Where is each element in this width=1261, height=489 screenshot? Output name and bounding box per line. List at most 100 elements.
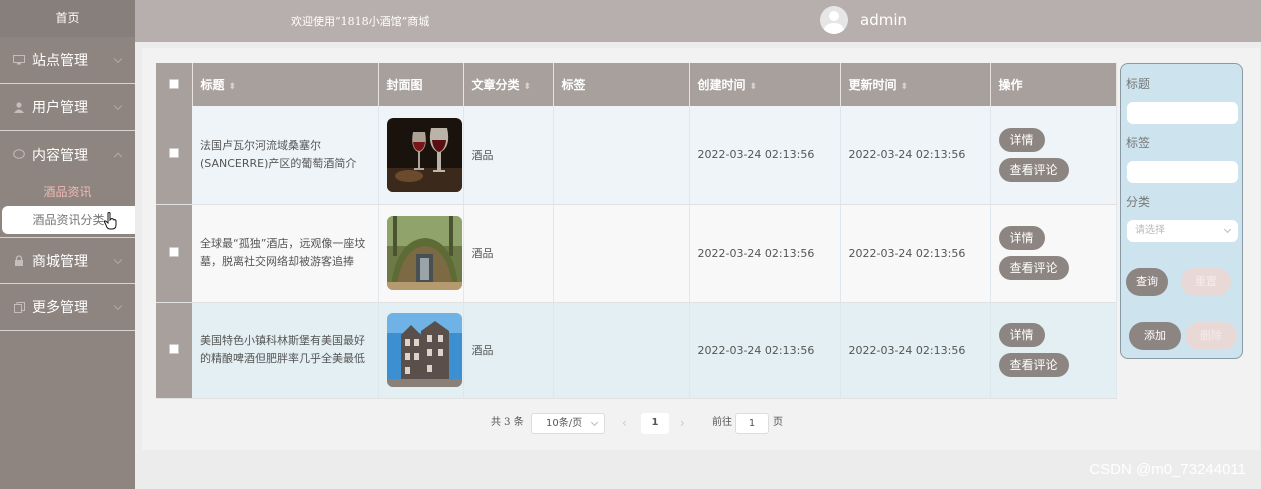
column-header-updated[interactable]: 更新时间 ⬍: [840, 63, 991, 106]
delete-button[interactable]: 删除: [1185, 322, 1237, 350]
title-filter-input[interactable]: [1127, 102, 1238, 124]
page-unit-label: 页: [773, 417, 783, 428]
row-title: 全球最“孤独”酒店，远观像一座坟墓，脱离社交网络却被游客追捧: [200, 237, 366, 268]
username[interactable]: admin: [860, 11, 907, 29]
copy-icon: [12, 301, 26, 313]
actions-cell: 详情 查看评论: [990, 204, 1117, 303]
sidebar-subitem-wine-news[interactable]: 酒品资讯: [0, 178, 135, 206]
cover-image-hotel: [386, 216, 462, 290]
row-checkbox[interactable]: [169, 246, 179, 257]
column-header-actions: 操作: [990, 63, 1117, 106]
page-size-select[interactable]: 10条/页: [531, 413, 605, 434]
sidebar-item-more[interactable]: 更多管理: [0, 284, 135, 331]
watermark-text: CSDN @m0_73244011: [1089, 461, 1246, 478]
row-select-cell: [156, 204, 192, 303]
updated-cell: 2022-03-24 02:13:56: [840, 302, 991, 399]
select-all-header: [156, 63, 193, 106]
cover-cell: [378, 204, 464, 303]
table-row: 全球最“孤独”酒店，远观像一座坟墓，脱离社交网络却被游客追捧 酒品 2022-0…: [156, 204, 1117, 303]
category-select-placeholder: 请选择: [1135, 225, 1165, 236]
select-all-checkbox[interactable]: [168, 78, 179, 89]
title-cell: 全球最“孤独”酒店，远观像一座坟墓，脱离社交网络却被游客追捧: [192, 204, 379, 303]
sort-icon[interactable]: ⬍: [229, 82, 237, 92]
detail-button[interactable]: 详情: [998, 127, 1045, 152]
lock-icon: [12, 255, 26, 267]
created-cell: 2022-03-24 02:13:56: [689, 106, 841, 205]
table-row: 法国卢瓦尔河流域桑塞尔(SANCERRE)产区的葡萄酒简介 酒品 2022-03…: [156, 106, 1117, 205]
sidebar-item-content[interactable]: 内容管理: [0, 131, 135, 178]
column-header-category[interactable]: 文章分类 ⬍: [463, 63, 554, 106]
created-cell: 2022-03-24 02:13:56: [689, 204, 841, 303]
sidebar-item-site[interactable]: 站点管理: [0, 37, 135, 84]
avatar[interactable]: [820, 6, 848, 34]
category-cell: 酒品: [463, 204, 554, 303]
created-cell: 2022-03-24 02:13:56: [689, 302, 841, 399]
cover-cell: [378, 106, 464, 205]
row-title: 法国卢瓦尔河流域桑塞尔(SANCERRE)产区的葡萄酒简介: [200, 138, 357, 170]
sort-icon[interactable]: ⬍: [901, 82, 909, 92]
sidebar-item-users[interactable]: 用户管理: [0, 84, 135, 131]
chevron-down-icon: [1223, 225, 1232, 234]
column-header-title[interactable]: 标题 ⬍: [192, 63, 379, 106]
chevron-up-icon: [113, 152, 123, 161]
chevron-down-icon: [590, 418, 599, 427]
prev-page-icon[interactable]: ‹: [622, 416, 627, 430]
category-filter-select[interactable]: 请选择: [1127, 220, 1238, 242]
category-filter-label: 分类: [1126, 195, 1151, 209]
goto-page-input[interactable]: 1: [735, 413, 769, 434]
page-size-value: 10条/页: [546, 418, 583, 429]
chevron-down-icon: [113, 301, 123, 311]
view-comments-button[interactable]: 查看评论: [998, 256, 1069, 280]
welcome-text: 欢迎使用“1818小酒馆”商城: [291, 15, 430, 28]
row-title: 美国特色小镇科林斯堡有美国最好的精酿啤酒但肥胖率几乎全美最低: [200, 334, 365, 365]
detail-button[interactable]: 详情: [998, 323, 1045, 347]
sidebar-home[interactable]: 首页: [0, 0, 135, 37]
tag-cell: [553, 302, 690, 399]
tag-filter-label: 标签: [1126, 136, 1151, 150]
current-page[interactable]: 1: [641, 413, 669, 434]
sort-icon[interactable]: ⬍: [750, 82, 758, 92]
chat-icon: [12, 149, 26, 161]
updated-cell: 2022-03-24 02:13:56: [840, 106, 991, 205]
monitor-icon: [12, 54, 26, 66]
detail-button[interactable]: 详情: [998, 226, 1045, 250]
add-button[interactable]: 添加: [1129, 322, 1181, 350]
reset-button[interactable]: 重置: [1181, 268, 1231, 296]
top-header: 欢迎使用“1818小酒馆”商城 admin: [135, 0, 1261, 42]
next-page-icon[interactable]: ›: [680, 416, 685, 430]
sidebar-item-label: 用户管理: [32, 100, 88, 116]
article-table: 标题 ⬍ 封面图 文章分类 ⬍ 标签 创建时间 ⬍ 更新时间 ⬍ 操作 法国卢瓦尔河流域…: [156, 63, 1117, 399]
table-row: 美国特色小镇科林斯堡有美国最好的精酿啤酒但肥胖率几乎全美最低 酒品 2022-0…: [156, 302, 1117, 399]
view-comments-button[interactable]: 查看评论: [998, 157, 1069, 182]
tag-filter-input[interactable]: [1127, 161, 1238, 183]
title-cell: 美国特色小镇科林斯堡有美国最好的精酿啤酒但肥胖率几乎全美最低: [192, 302, 379, 399]
sidebar-item-label: 商城管理: [32, 253, 88, 270]
sidebar-item-mall[interactable]: 商城管理: [0, 237, 135, 284]
actions-cell: 详情 查看评论: [990, 302, 1117, 399]
column-header-cover: 封面图: [378, 63, 464, 106]
sidebar-item-label: 站点管理: [32, 53, 88, 69]
sidebar-item-label: 内容管理: [32, 147, 88, 164]
sort-icon[interactable]: ⬍: [524, 82, 532, 92]
cover-image-town: [386, 313, 462, 387]
row-checkbox[interactable]: [169, 148, 179, 159]
user-icon: [12, 101, 26, 113]
tag-cell: [553, 106, 690, 205]
row-checkbox[interactable]: [169, 343, 179, 354]
query-button[interactable]: 查询: [1126, 268, 1168, 296]
row-select-cell: [156, 106, 192, 205]
category-cell: 酒品: [463, 302, 554, 399]
hand-cursor-icon: [103, 212, 118, 234]
sidebar-item-label: 更多管理: [32, 300, 88, 316]
view-comments-button[interactable]: 查看评论: [998, 353, 1069, 377]
chevron-down-icon: [113, 54, 123, 64]
row-select-cell: [156, 302, 192, 399]
pagination-total: 共 3 条: [491, 417, 524, 428]
chevron-down-icon: [113, 101, 123, 111]
sidebar: 首页 站点管理 用户管理 内容管理 酒品资讯 酒品资讯分类 商城管理 更多管理: [0, 0, 135, 489]
actions-cell: 详情 查看评论: [990, 106, 1117, 205]
column-header-created[interactable]: 创建时间 ⬍: [689, 63, 841, 106]
search-filter-panel: 标题 标签 分类 请选择 查询 重置 添加 删除: [1120, 63, 1243, 359]
title-cell: 法国卢瓦尔河流域桑塞尔(SANCERRE)产区的葡萄酒简介: [192, 106, 379, 205]
column-header-tag: 标签: [553, 63, 690, 106]
